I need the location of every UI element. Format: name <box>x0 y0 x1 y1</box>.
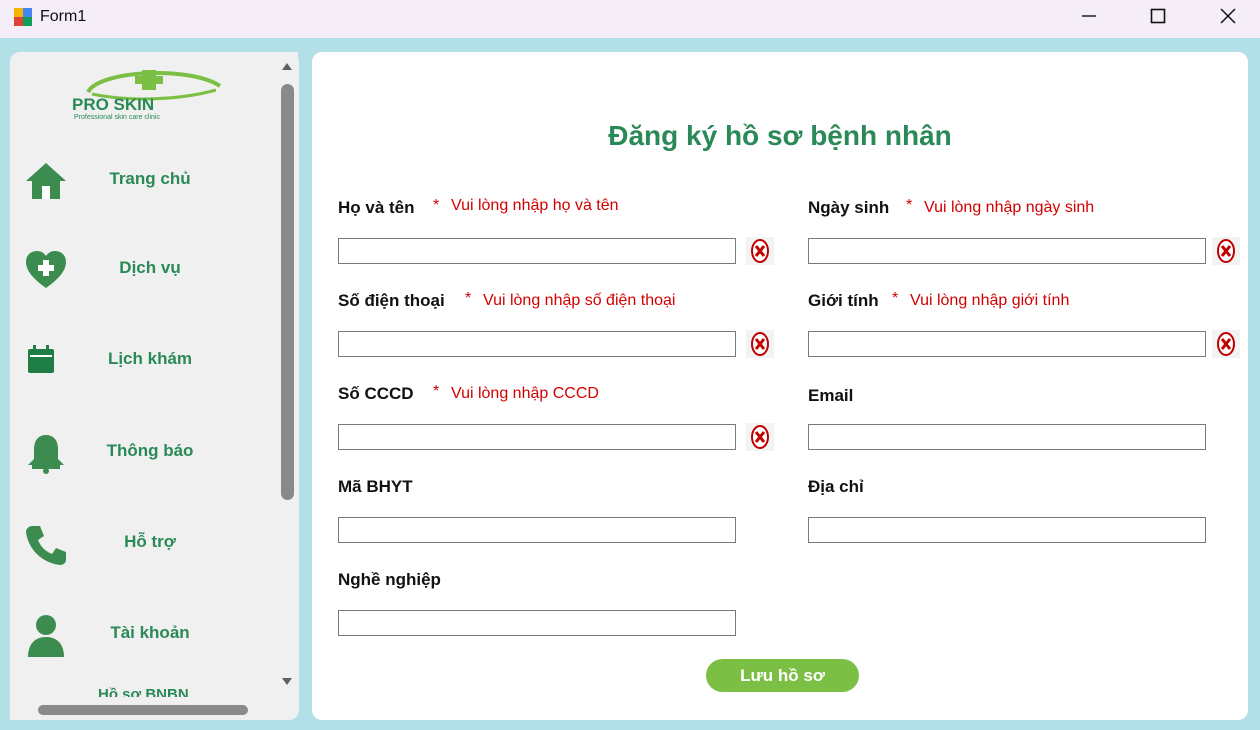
sidebar-item-notifications[interactable]: Thông báo <box>10 416 276 486</box>
email-input[interactable] <box>808 424 1206 450</box>
bhyt-label: Mã BHYT <box>338 477 413 496</box>
required-mark: * <box>892 290 899 307</box>
sidebar-item-services[interactable]: Dịch vụ <box>10 233 276 303</box>
error-x-icon <box>1217 239 1235 263</box>
sidebar-item-label: Lịch khám <box>107 349 193 368</box>
sidebar-item-account[interactable]: Tài khoản <box>10 598 276 668</box>
required-mark: * <box>906 197 913 214</box>
sidebar: PRO SKIN Professional skin care clinic T… <box>10 52 299 720</box>
cccd-error: Vui lòng nhập CCCD <box>451 385 599 402</box>
gender-input[interactable] <box>808 331 1206 357</box>
required-mark: * <box>465 290 472 307</box>
sidebar-item-label: Trang chủ <box>109 169 191 188</box>
phone-label: Số điện thoại <box>338 291 445 310</box>
required-mark: * <box>433 383 440 400</box>
home-icon <box>26 163 66 199</box>
horizontal-scroll-thumb[interactable] <box>38 705 248 715</box>
full-name-label: Họ và tên <box>338 198 415 217</box>
address-label: Địa chỉ <box>808 477 864 496</box>
occupation-label: Nghề nghiệp <box>338 570 441 589</box>
sidebar-item-label: Tài khoản <box>110 623 190 642</box>
dob-input[interactable] <box>808 238 1206 264</box>
calendar-icon <box>28 345 54 373</box>
error-x-icon <box>751 425 769 449</box>
form-title: Đăng ký hồ sơ bệnh nhân <box>608 120 952 151</box>
save-profile-button[interactable]: Lưu hồ sơ <box>706 659 859 692</box>
gender-clear-button[interactable] <box>1212 330 1240 358</box>
sidebar-item-home[interactable]: Trang chủ <box>10 144 276 214</box>
address-input[interactable] <box>808 517 1206 543</box>
pro-skin-logo: PRO SKIN Professional skin care clinic <box>72 70 222 121</box>
phone-error: Vui lòng nhập số điện thoại <box>483 292 676 309</box>
app-icon <box>14 8 32 26</box>
close-icon <box>1220 8 1236 24</box>
sidebar-item-label: Dịch vụ <box>119 258 181 277</box>
phone-clear-button[interactable] <box>746 330 774 358</box>
scroll-up-arrow-icon[interactable] <box>280 60 294 72</box>
title-bar: Form1 <box>0 0 1260 38</box>
error-x-icon <box>751 239 769 263</box>
maximize-icon <box>1150 8 1166 24</box>
user-icon <box>28 615 64 657</box>
bell-icon <box>28 435 64 474</box>
gender-error: Vui lòng nhập giới tính <box>910 292 1070 309</box>
sidebar-item-label: Thông báo <box>106 441 194 460</box>
scroll-down-arrow-icon[interactable] <box>280 676 294 688</box>
dob-error: Vui lòng nhập ngày sinh <box>924 199 1095 216</box>
window-title: Form1 <box>40 8 87 25</box>
registration-form-panel: Đăng ký hồ sơ bệnh nhân Họ và tên * Vui … <box>312 52 1248 720</box>
phone-input[interactable] <box>338 331 736 357</box>
logo-brand-text: PRO SKIN <box>72 95 154 114</box>
occupation-input[interactable] <box>338 610 736 636</box>
sidebar-item-label: Hỗ trợ <box>124 532 176 551</box>
sidebar-item-schedule[interactable]: Lịch khám <box>10 324 276 394</box>
maximize-button[interactable] <box>1135 0 1181 32</box>
error-x-icon <box>1217 332 1235 356</box>
sidebar-vertical-scrollbar[interactable] <box>276 52 298 697</box>
required-mark: * <box>433 197 440 214</box>
full-name-clear-button[interactable] <box>746 237 774 265</box>
minimize-icon <box>1082 15 1096 17</box>
phone-icon <box>26 526 66 565</box>
error-x-icon <box>751 332 769 356</box>
gender-label: Giới tính <box>808 291 879 310</box>
email-label: Email <box>808 386 854 405</box>
logo-tagline-text: Professional skin care clinic <box>74 114 160 121</box>
dob-clear-button[interactable] <box>1212 237 1240 265</box>
close-button[interactable] <box>1205 0 1251 32</box>
heart-plus-icon <box>26 251 66 288</box>
vertical-scroll-thumb[interactable] <box>281 84 294 500</box>
sidebar-item-support[interactable]: Hỗ trợ <box>10 507 276 577</box>
cccd-clear-button[interactable] <box>746 423 774 451</box>
cccd-label: Số CCCD <box>338 384 414 403</box>
cccd-input[interactable] <box>338 424 736 450</box>
dob-label: Ngày sinh <box>808 198 890 217</box>
minimize-button[interactable] <box>1066 0 1112 32</box>
full-name-input[interactable] <box>338 238 736 264</box>
sidebar-horizontal-scrollbar[interactable] <box>10 697 276 720</box>
bhyt-input[interactable] <box>338 517 736 543</box>
full-name-error: Vui lòng nhập họ và tên <box>451 197 619 214</box>
